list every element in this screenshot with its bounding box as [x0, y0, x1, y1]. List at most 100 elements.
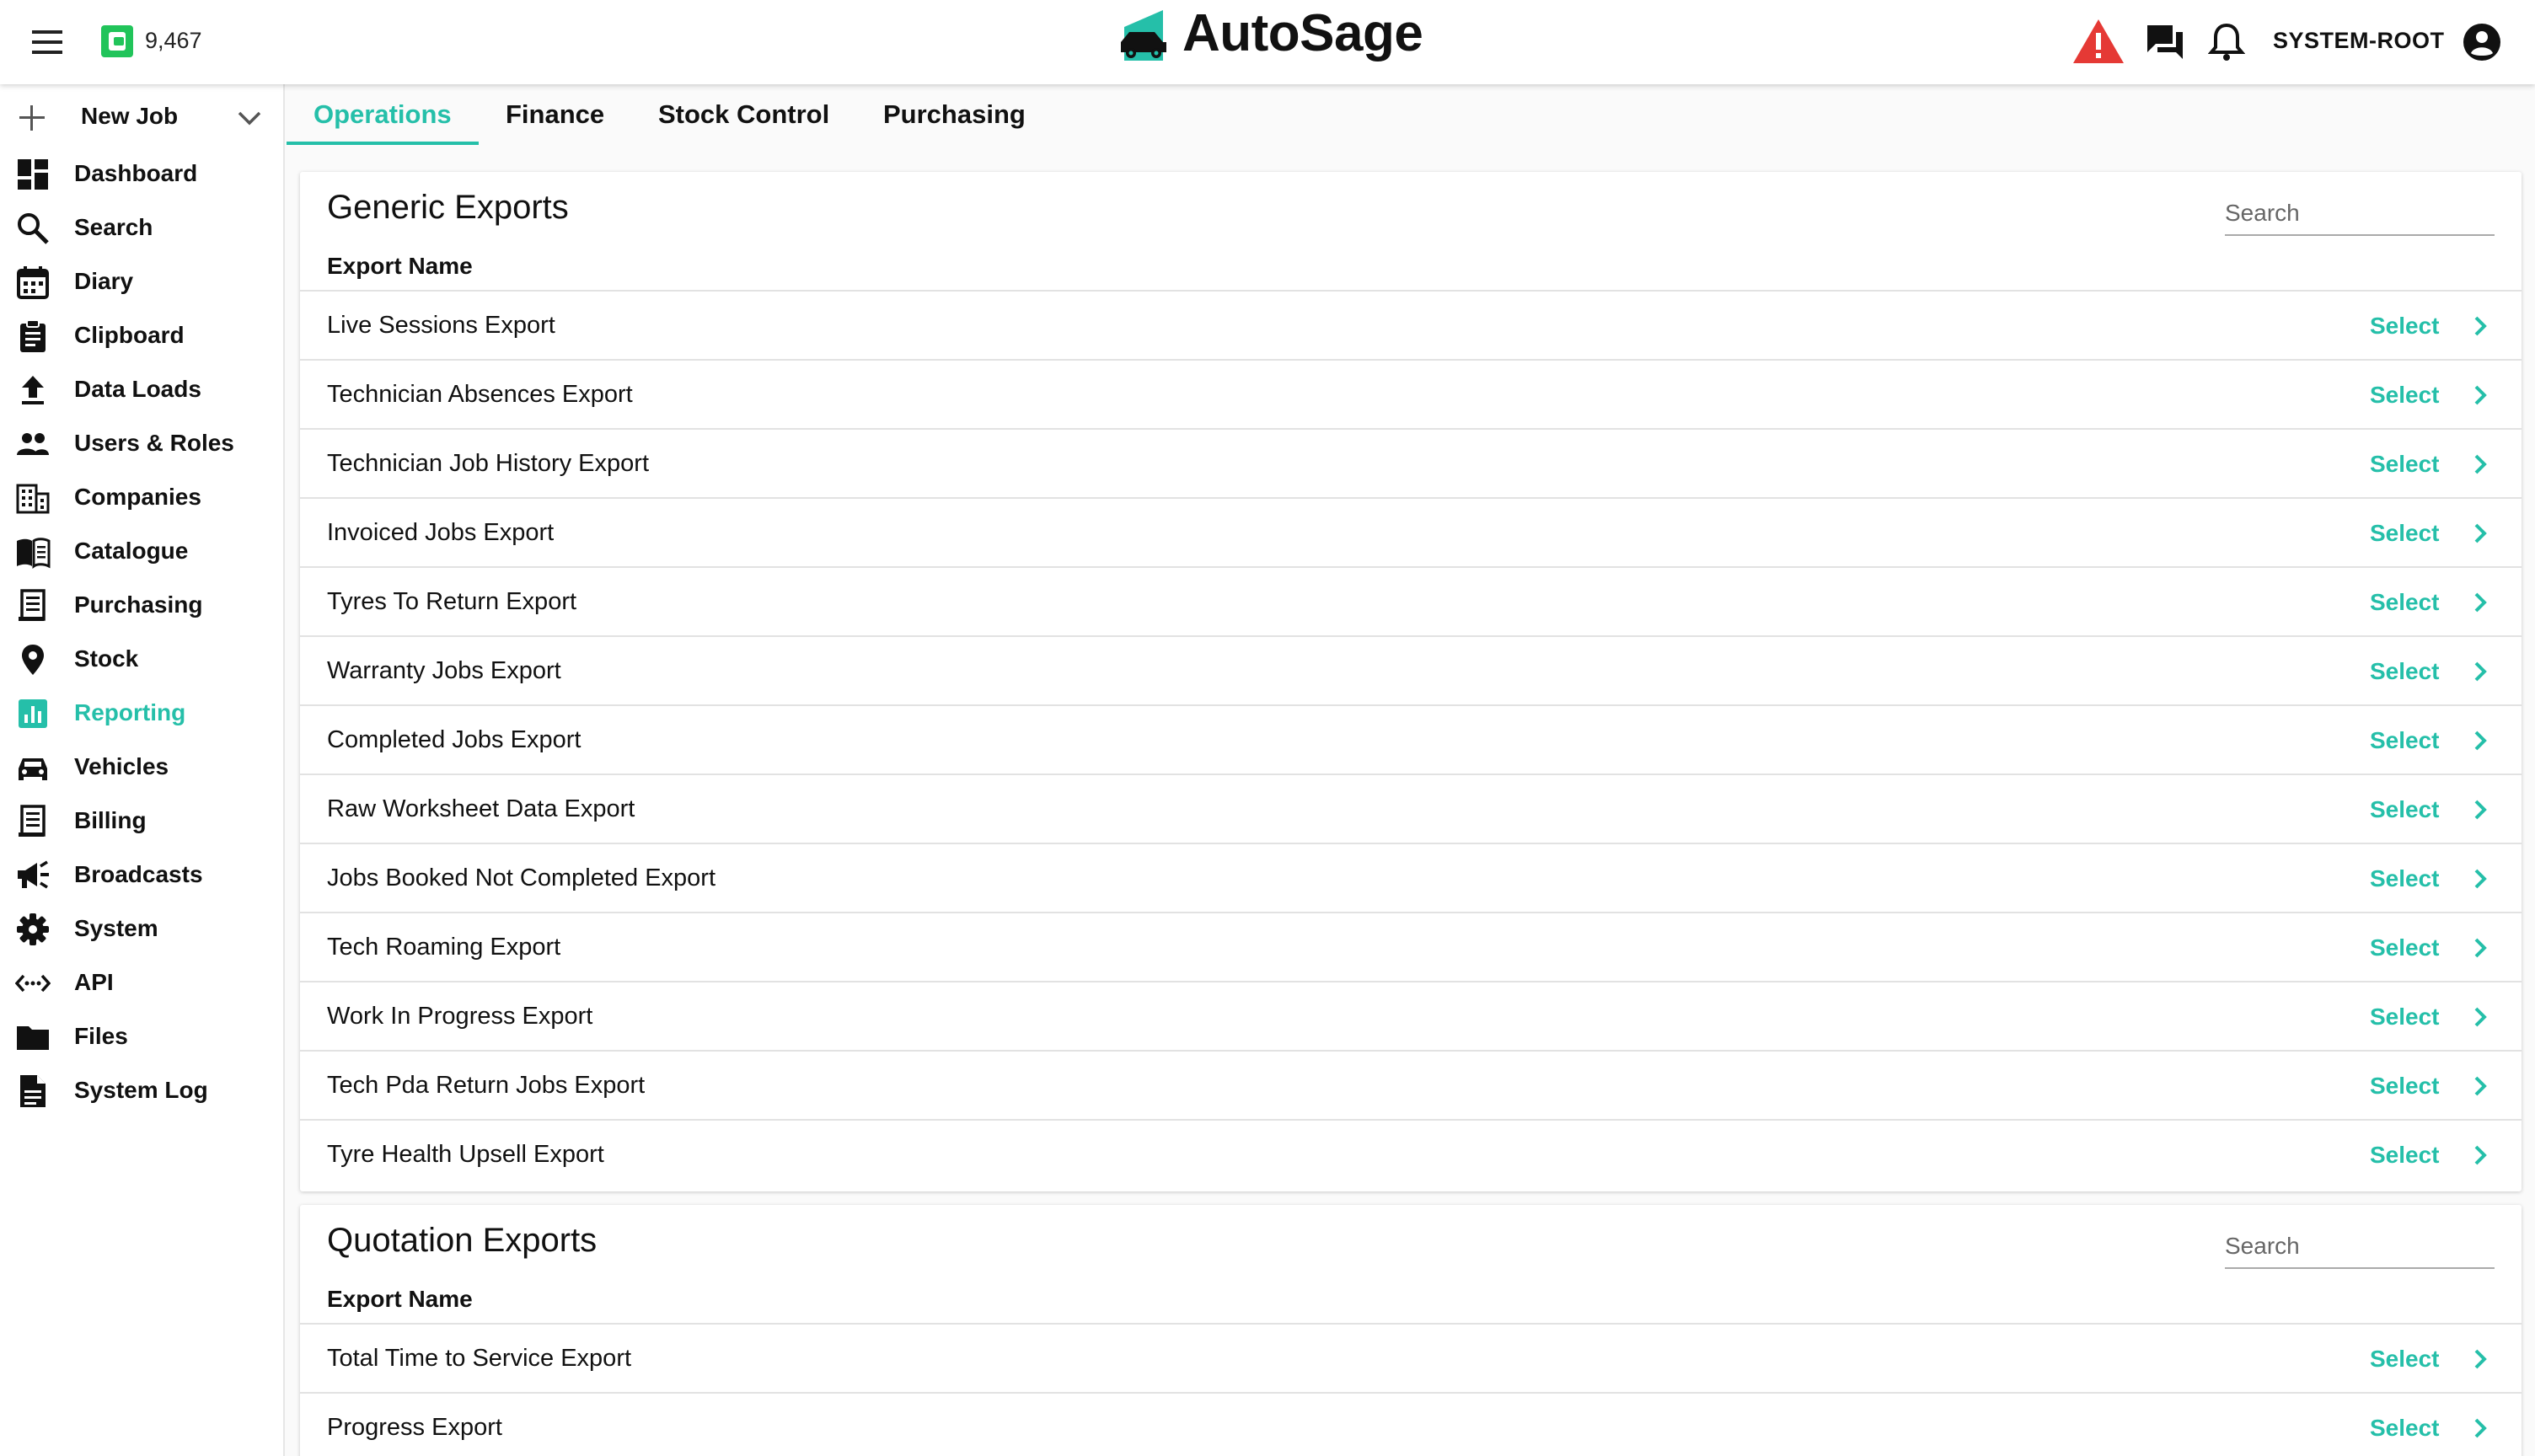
select-button[interactable]: Select [2370, 794, 2496, 827]
select-button[interactable]: Select [2370, 517, 2496, 551]
select-button[interactable]: Select [2370, 448, 2496, 482]
select-button[interactable]: Select [2370, 1001, 2496, 1035]
sidebar-item-companies[interactable]: Companies [0, 468, 285, 522]
chevron-right-icon [2469, 1416, 2491, 1441]
card-title: Generic Exports [327, 189, 569, 226]
sidebar-item-label: Data Loads [74, 376, 201, 402]
chevron-right-icon [2469, 1073, 2491, 1099]
sidebar-item-purchasing[interactable]: Purchasing [0, 576, 285, 630]
sidebar-item-label: Billing [74, 807, 147, 833]
table-row: Tyres To Return Export Select [300, 566, 2522, 635]
sidebar-item-vehicles[interactable]: Vehicles [0, 738, 285, 792]
export-name: Technician Absences Export [327, 381, 633, 408]
hamburger-menu-icon[interactable] [29, 25, 67, 59]
export-name: Tyre Health Upsell Export [327, 1141, 604, 1168]
export-name: Tech Roaming Export [327, 934, 561, 961]
dashboard-icon [15, 157, 51, 192]
user-avatar-icon[interactable] [2463, 23, 2501, 62]
chevron-down-icon[interactable] [234, 106, 265, 130]
tab-operations[interactable]: Operations [287, 84, 479, 145]
select-button[interactable]: Select [2370, 586, 2496, 620]
chevron-right-icon [2469, 866, 2491, 891]
messages-icon[interactable] [2146, 24, 2184, 61]
car-icon [15, 750, 51, 785]
chevron-right-icon [2469, 1143, 2491, 1168]
building-icon [15, 480, 51, 516]
receipt-icon [15, 804, 51, 839]
export-name: Total Time to Service Export [327, 1345, 632, 1372]
select-button[interactable]: Select [2370, 1139, 2496, 1173]
chevron-right-icon [2469, 1346, 2491, 1372]
sidebar-nav: Dashboard Search Diary Clipboard Data Lo… [0, 145, 285, 1116]
export-name: Warranty Jobs Export [327, 657, 561, 684]
export-name: Invoiced Jobs Export [327, 519, 555, 546]
select-label: Select [2370, 1073, 2440, 1099]
alert-warning-icon[interactable] [2071, 18, 2125, 65]
export-name: Jobs Booked Not Completed Export [327, 864, 716, 891]
chevron-right-icon [2469, 935, 2491, 961]
table-row: Tyre Health Upsell Export Select [300, 1119, 2522, 1188]
sidebar-item-users-roles[interactable]: Users & Roles [0, 415, 285, 468]
sidebar-item-catalogue[interactable]: Catalogue [0, 522, 285, 576]
sidebar-item-search[interactable]: Search [0, 199, 285, 253]
export-name: Tyres To Return Export [327, 588, 577, 615]
select-button[interactable]: Select [2370, 1343, 2496, 1377]
sidebar-item-system[interactable]: System [0, 900, 285, 954]
export-name: Technician Job History Export [327, 450, 649, 477]
sidebar-item-api[interactable]: API [0, 954, 285, 1008]
export-name: Tech Pda Return Jobs Export [327, 1072, 646, 1099]
sidebar-item-system-log[interactable]: System Log [0, 1062, 285, 1116]
select-label: Select [2370, 1142, 2440, 1168]
table-row: Completed Jobs Export Select [300, 704, 2522, 774]
select-button[interactable]: Select [2370, 656, 2496, 689]
sidebar-item-files[interactable]: Files [0, 1008, 285, 1062]
select-button[interactable]: Select [2370, 379, 2496, 413]
receipt-icon [15, 588, 51, 624]
select-label: Select [2370, 727, 2440, 753]
generic-exports-search-input[interactable] [2225, 192, 2495, 236]
sidebar-item-clipboard[interactable]: Clipboard [0, 307, 285, 361]
select-label: Select [2370, 1004, 2440, 1030]
sidebar-item-label: System Log [74, 1077, 208, 1103]
select-button[interactable]: Select [2370, 863, 2496, 897]
sidebar-item-broadcasts[interactable]: Broadcasts [0, 846, 285, 900]
select-label: Select [2370, 658, 2440, 684]
select-button[interactable]: Select [2370, 1412, 2496, 1446]
username-label[interactable]: SYSTEM-ROOT [2273, 28, 2445, 54]
select-label: Select [2370, 934, 2440, 961]
folder-icon [15, 1020, 51, 1055]
tab-purchasing[interactable]: Purchasing [856, 84, 1053, 145]
new-job-button[interactable]: New Job [0, 89, 285, 143]
select-button[interactable]: Select [2370, 1070, 2496, 1104]
notifications-bell-icon[interactable] [2208, 22, 2245, 62]
generic-exports-card: Generic Exports Export Name Live Session… [300, 172, 2522, 1191]
sidebar-item-diary[interactable]: Diary [0, 253, 285, 307]
tab-finance[interactable]: Finance [479, 84, 631, 145]
quotation-exports-card: Quotation Exports Export Name Total Time… [300, 1205, 2522, 1456]
table-row: Technician Absences Export Select [300, 359, 2522, 428]
select-button[interactable]: Select [2370, 310, 2496, 344]
select-button[interactable]: Select [2370, 725, 2496, 758]
table-row: Live Sessions Export Select [300, 290, 2522, 359]
card-title: Quotation Exports [327, 1222, 598, 1259]
sidebar-item-billing[interactable]: Billing [0, 792, 285, 846]
sidebar-item-stock[interactable]: Stock [0, 630, 285, 684]
table-row: Progress Export Select [300, 1392, 2522, 1456]
sidebar-item-reporting[interactable]: Reporting [0, 684, 285, 738]
select-label: Select [2370, 451, 2440, 477]
sidebar-item-data-loads[interactable]: Data Loads [0, 361, 285, 415]
select-button[interactable]: Select [2370, 932, 2496, 966]
table-row: Tech Pda Return Jobs Export Select [300, 1050, 2522, 1119]
quotation-exports-search-input[interactable] [2225, 1225, 2495, 1269]
chevron-right-icon [2469, 1004, 2491, 1030]
sidebar-item-dashboard[interactable]: Dashboard [0, 145, 285, 199]
export-name: Work In Progress Export [327, 1003, 593, 1030]
autosage-logo-icon [1117, 8, 1170, 62]
chevron-right-icon [2469, 452, 2491, 477]
sidebar-item-label: Purchasing [74, 592, 203, 618]
chevron-right-icon [2469, 590, 2491, 615]
tab-stock-control[interactable]: Stock Control [631, 84, 856, 145]
sidebar-item-label: Dashboard [74, 160, 198, 186]
plus-icon [17, 103, 47, 133]
select-label: Select [2370, 589, 2440, 615]
